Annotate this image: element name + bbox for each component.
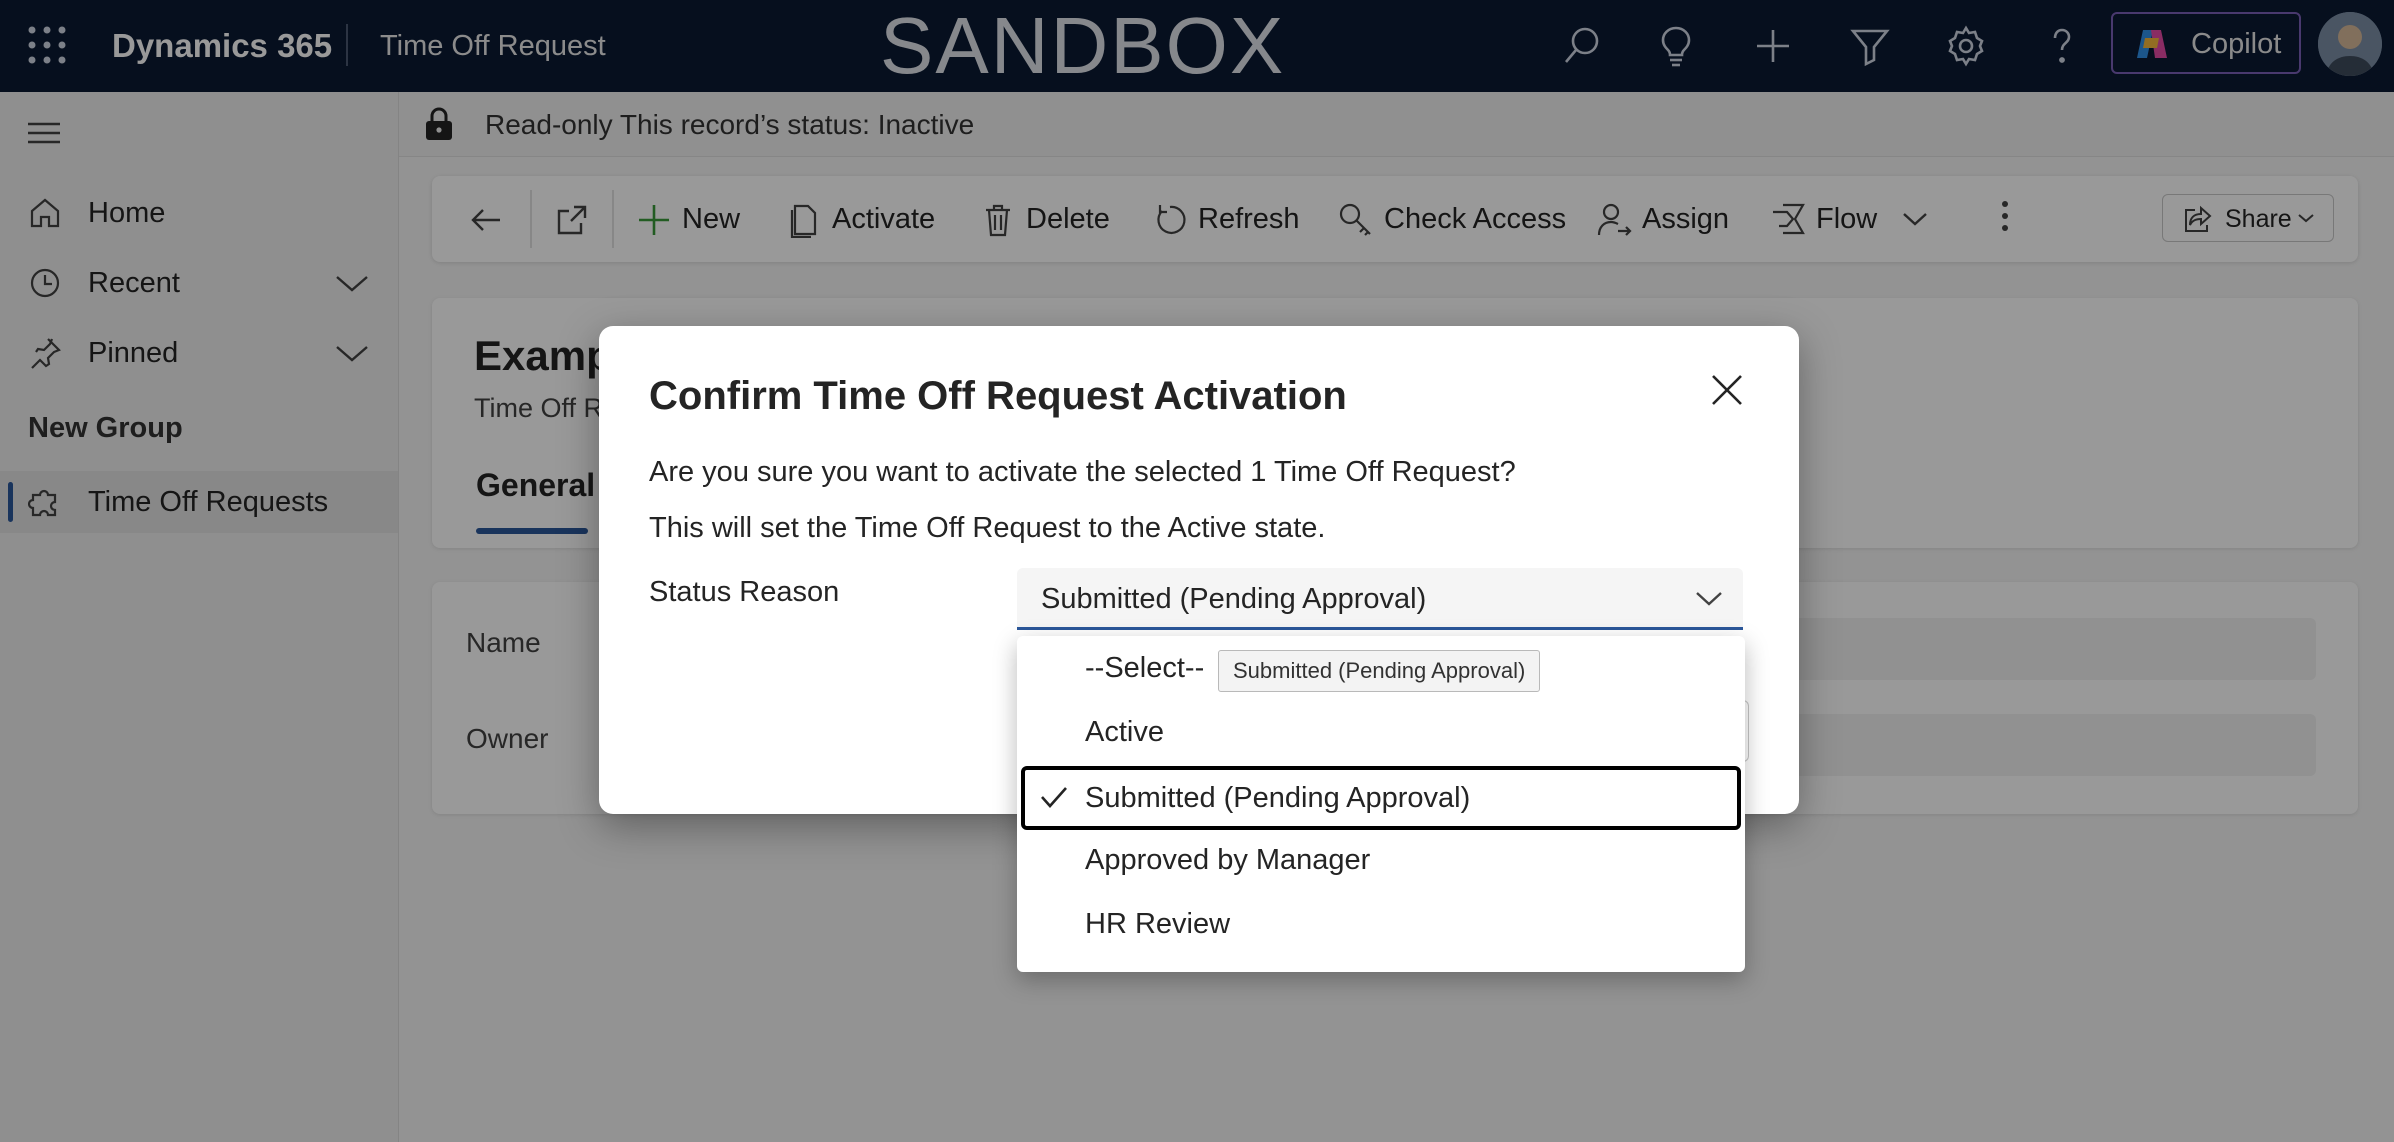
dialog-message-state: This will set the Time Off Request to th… bbox=[649, 512, 1326, 544]
close-icon[interactable] bbox=[1709, 372, 1745, 408]
option-label: Active bbox=[1085, 716, 1164, 748]
option-hr-review[interactable]: HR Review bbox=[1021, 892, 1741, 956]
checkmark-icon bbox=[1039, 784, 1069, 810]
status-reason-selected-value: Submitted (Pending Approval) bbox=[1041, 583, 1427, 615]
option-submitted-pending-approval[interactable]: Submitted (Pending Approval) bbox=[1021, 766, 1741, 830]
option-label: HR Review bbox=[1085, 908, 1231, 940]
option-active[interactable]: Active bbox=[1021, 700, 1741, 764]
chevron-down-icon bbox=[1695, 590, 1723, 608]
option-label: Submitted (Pending Approval) bbox=[1085, 782, 1471, 814]
dialog-message: Are you sure you want to activate the se… bbox=[649, 456, 1516, 488]
dialog-title: Confirm Time Off Request Activation bbox=[649, 374, 1347, 418]
status-reason-label: Status Reason bbox=[649, 576, 840, 608]
option-label: --Select-- bbox=[1085, 652, 1205, 684]
tooltip: Submitted (Pending Approval) bbox=[1218, 650, 1541, 692]
status-reason-select[interactable]: Submitted (Pending Approval) bbox=[1017, 568, 1743, 630]
option-label: Approved by Manager bbox=[1085, 844, 1371, 876]
option-approved-by-manager[interactable]: Approved by Manager bbox=[1021, 828, 1741, 892]
